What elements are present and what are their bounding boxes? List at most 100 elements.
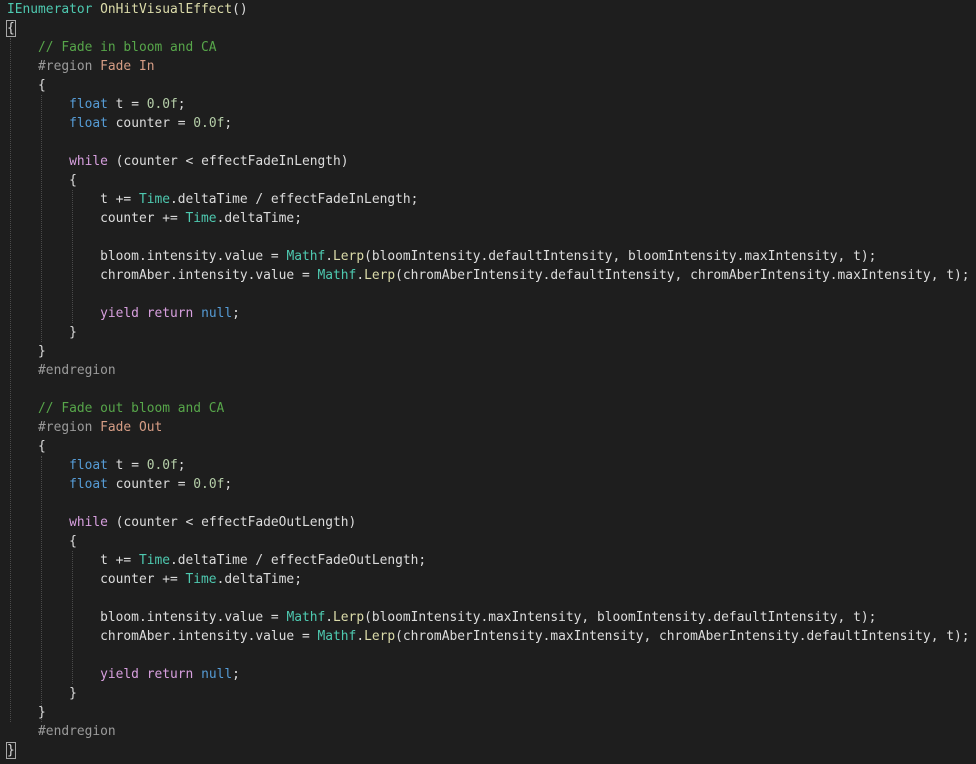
punctuation-token: ; [410, 192, 419, 207]
punctuation-token: , [837, 610, 854, 625]
code-line[interactable]: } [7, 323, 77, 342]
punctuation-token [108, 458, 116, 473]
punctuation-token [7, 154, 69, 169]
punctuation-token: = [123, 97, 147, 112]
punctuation-token: { [38, 78, 46, 93]
code-line[interactable]: float counter = 0.0f; [7, 475, 232, 494]
control-keyword-token: while [69, 515, 108, 530]
code-line[interactable]: { [6, 19, 16, 38]
punctuation-token: += [107, 553, 139, 568]
code-line[interactable]: { [7, 171, 77, 190]
code-line[interactable]: IEnumerator OnHitVisualEffect() [7, 0, 248, 19]
code-line[interactable]: #endregion [7, 361, 116, 380]
identifier-token: t [100, 192, 108, 207]
punctuation-token [7, 629, 100, 644]
code-line[interactable]: yield return null; [7, 304, 240, 323]
code-line[interactable]: counter += Time.deltaTime; [7, 570, 302, 589]
identifier-token: defaultIntensity [488, 249, 613, 264]
punctuation-token: ; [294, 211, 302, 226]
punctuation-token [92, 59, 100, 74]
identifier-token: counter [115, 116, 170, 131]
number-token: 0.0f [146, 458, 178, 473]
comment-token: // Fade out bloom and CA [38, 401, 225, 416]
preprocessor-token: #endregion [38, 724, 116, 739]
punctuation-token: . [829, 268, 838, 283]
punctuation-token [7, 724, 38, 739]
punctuation-token: } [38, 344, 46, 359]
code-line[interactable]: } [7, 342, 46, 361]
keyword-token: float [69, 477, 108, 492]
identifier-token: value [255, 629, 295, 644]
code-line[interactable]: chromAber.intensity.value = Mathf.Lerp(c… [7, 627, 969, 646]
punctuation-token [7, 344, 38, 359]
code-line[interactable]: } [7, 684, 77, 703]
code-line[interactable]: } [6, 741, 16, 760]
code-line[interactable]: counter += Time.deltaTime; [7, 209, 302, 228]
punctuation-token [108, 477, 116, 492]
punctuation-token: ); [953, 268, 970, 283]
punctuation-token [7, 534, 69, 549]
punctuation-token: ; [232, 306, 240, 321]
punctuation-token: = [123, 458, 147, 473]
punctuation-token: () [232, 2, 248, 17]
punctuation-token: . [138, 610, 147, 625]
code-line[interactable]: float t = 0.0f; [7, 95, 185, 114]
type-token: Time [138, 553, 170, 568]
identifier-token: bloomIntensity [371, 610, 481, 625]
code-line[interactable]: while (counter < effectFadeInLength) [7, 152, 348, 171]
identifier-token: effectFadeInLength [201, 154, 341, 169]
code-line[interactable]: // Fade out bloom and CA [7, 399, 224, 418]
code-line[interactable]: #endregion [7, 722, 116, 741]
identifier-token: bloom [100, 610, 139, 625]
punctuation-token [7, 192, 100, 207]
identifier-token: bloomIntensity [371, 249, 481, 264]
code-line[interactable]: yield return null; [7, 665, 240, 684]
control-keyword-token: return [146, 306, 194, 321]
code-line[interactable]: t += Time.deltaTime / effectFadeOutLengt… [7, 551, 426, 570]
code-line[interactable]: #region Fade In [7, 57, 154, 76]
punctuation-token [7, 553, 100, 568]
punctuation-token: ( [395, 629, 403, 644]
code-line[interactable]: while (counter < effectFadeOutLength) [7, 513, 356, 532]
code-line[interactable]: { [7, 532, 77, 551]
identifier-token: bloom [100, 249, 139, 264]
punctuation-token: = [170, 477, 194, 492]
code-line[interactable]: #region Fade Out [7, 418, 162, 437]
type-token: Time [185, 572, 217, 587]
identifier-token: intensity [177, 629, 248, 644]
control-keyword-token: while [69, 154, 108, 169]
code-line[interactable]: t += Time.deltaTime / effectFadeInLength… [7, 190, 418, 209]
identifier-token: deltaTime [224, 572, 295, 587]
punctuation-token: ; [177, 458, 186, 473]
punctuation-token [7, 173, 69, 188]
type-token: Time [185, 211, 217, 226]
punctuation-token: . [138, 249, 147, 264]
identifier-token: deltaTime [177, 192, 248, 207]
identifier-token: maxIntensity [550, 629, 644, 644]
identifier-token: effectFadeOutLength [270, 553, 419, 568]
code-line[interactable]: chromAber.intensity.value = Mathf.Lerp(c… [7, 266, 970, 285]
punctuation-token: } [69, 325, 77, 340]
punctuation-token: { [69, 173, 77, 188]
code-editor[interactable]: IEnumerator OnHitVisualEffect(){ // Fade… [0, 0, 976, 764]
punctuation-token [7, 363, 38, 378]
code-line[interactable]: float counter = 0.0f; [7, 114, 232, 133]
punctuation-token [7, 211, 100, 226]
type-token: Mathf [317, 629, 357, 644]
punctuation-token: . [798, 629, 807, 644]
code-line[interactable]: bloom.intensity.value = Mathf.Lerp(bloom… [7, 247, 876, 266]
punctuation-token: < [177, 154, 202, 169]
punctuation-token [7, 249, 100, 264]
code-line[interactable]: float t = 0.0f; [7, 456, 186, 475]
punctuation-token [7, 306, 100, 321]
code-line[interactable]: bloom.intensity.value = Mathf.Lerp(bloom… [7, 608, 876, 627]
code-line[interactable]: // Fade in bloom and CA [7, 38, 217, 57]
code-line[interactable]: } [7, 703, 46, 722]
punctuation-token: < [177, 515, 202, 530]
code-line[interactable]: { [7, 76, 46, 95]
punctuation-token: = [263, 249, 287, 264]
punctuation-token: , [930, 268, 947, 283]
function-token: Lerp [333, 249, 365, 264]
code-line[interactable]: { [7, 437, 46, 456]
punctuation-token [139, 667, 147, 682]
